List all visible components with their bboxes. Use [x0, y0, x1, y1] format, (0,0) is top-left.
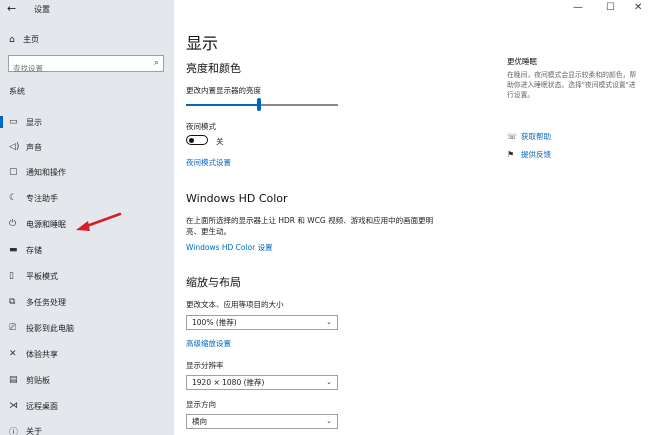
- clipboard-icon: ▤: [9, 375, 18, 385]
- get-help-label: 获取帮助: [521, 132, 551, 141]
- help-icon: ☏: [507, 132, 518, 141]
- minimize-icon[interactable]: —: [573, 3, 583, 13]
- brightness-slider-thumb[interactable]: [257, 98, 261, 111]
- sidebar-item-tablet-mode[interactable]: ▯ 平板模式: [0, 267, 174, 285]
- sidebar-item-label: 投影到此电脑: [26, 323, 74, 333]
- chevron-down-icon: ⌄: [326, 378, 332, 386]
- give-feedback-link[interactable]: ⚑ 提供反馈: [507, 149, 551, 160]
- home-nav-item[interactable]: ⌂ 主页: [9, 34, 39, 45]
- hdr-description: 在上面所选择的显示器上让 HDR 和 WCG 视频、游戏和应用中的画面更明亮、更…: [186, 216, 434, 236]
- section-label: 系统: [9, 87, 25, 96]
- resolution-dropdown[interactable]: 1920 × 1080 (推荐) ⌄: [186, 375, 338, 390]
- scale-value: 100% (推荐): [192, 318, 237, 327]
- projecting-icon: ⎚: [9, 323, 17, 333]
- advanced-scaling-link[interactable]: 高级缩放设置: [186, 338, 231, 349]
- orientation-value: 横向: [192, 417, 207, 426]
- focus-assist-icon: ☾: [9, 193, 18, 203]
- back-arrow-icon[interactable]: ←: [7, 2, 16, 16]
- night-light-label: 夜间模式: [186, 122, 216, 131]
- notification-icon: ▢: [9, 167, 18, 177]
- sidebar-item-clipboard[interactable]: ▤ 剪贴板: [0, 371, 174, 389]
- sidebar-item-label: 显示: [26, 117, 42, 127]
- feedback-icon: ⚑: [507, 150, 515, 159]
- sidebar-item-label: 声音: [26, 142, 42, 152]
- brightness-heading: 亮度和颜色: [186, 62, 241, 75]
- sidebar-item-projecting[interactable]: ⎚ 投影到此电脑: [0, 319, 174, 337]
- chevron-down-icon: ⌄: [326, 318, 332, 326]
- sidebar-item-shared-experiences[interactable]: ✕ 体验共享: [0, 345, 174, 363]
- better-sleep-title: 更优睡眠: [507, 57, 537, 66]
- about-icon: ⓘ: [9, 427, 19, 435]
- sidebar-item-label: 远程桌面: [26, 401, 58, 411]
- sidebar-item-label: 电源和睡眠: [26, 219, 66, 229]
- maximize-icon[interactable]: ☐: [606, 3, 615, 13]
- brightness-slider[interactable]: [186, 98, 338, 111]
- storage-icon: ▬: [9, 245, 18, 255]
- night-light-state: 关: [216, 137, 224, 146]
- shared-experience-icon: ✕: [9, 349, 17, 359]
- power-icon: ⏻: [9, 219, 17, 229]
- sidebar-item-label: 多任务处理: [26, 297, 66, 307]
- scale-label: 更改文本、应用等项目的大小: [186, 300, 284, 309]
- sidebar-item-label: 体验共享: [26, 349, 58, 359]
- sidebar-item-multitasking[interactable]: ⧉ 多任务处理: [0, 293, 174, 311]
- sound-icon: ◁): [9, 142, 20, 152]
- scale-dropdown[interactable]: 100% (推荐) ⌄: [186, 315, 338, 330]
- search-input[interactable]: [9, 61, 149, 76]
- sidebar-item-label: 专注助手: [26, 193, 58, 203]
- sidebar-item-focus-assist[interactable]: ☾ 专注助手: [0, 189, 174, 207]
- multitasking-icon: ⧉: [9, 297, 16, 307]
- brightness-slider-label: 更改内置显示器的亮度: [186, 86, 261, 95]
- search-icon[interactable]: ⌕: [154, 58, 159, 68]
- sidebar-item-sound[interactable]: ◁) 声音: [0, 138, 174, 156]
- sidebar: ⌂ 主页 ⌕ 系统 ▭ 显示 ◁) 声音 ▢ 通知和操作 ☾ 专注助手 ⏻ 电源…: [0, 0, 174, 435]
- scale-layout-heading: 缩放与布局: [186, 276, 241, 289]
- close-icon[interactable]: ✕: [634, 3, 642, 13]
- sidebar-item-label: 剪贴板: [26, 375, 50, 385]
- orientation-dropdown[interactable]: 横向 ⌄: [186, 414, 338, 429]
- sidebar-item-remote-desktop[interactable]: ⋊ 远程桌面: [0, 397, 174, 415]
- sidebar-item-label: 存储: [26, 245, 42, 255]
- app-title: 设置: [34, 5, 50, 14]
- orientation-label: 显示方向: [186, 400, 216, 409]
- sidebar-item-label: 通知和操作: [26, 167, 66, 177]
- sidebar-item-notifications[interactable]: ▢ 通知和操作: [0, 163, 174, 181]
- get-help-link[interactable]: ☏ 获取帮助: [507, 131, 551, 142]
- sidebar-item-label: 关于: [26, 426, 42, 435]
- home-label: 主页: [23, 35, 39, 44]
- sidebar-item-storage[interactable]: ▬ 存储: [0, 241, 174, 259]
- night-light-settings-link[interactable]: 夜间模式设置: [186, 157, 231, 168]
- tablet-icon: ▯: [9, 271, 14, 281]
- resolution-label: 显示分辨率: [186, 361, 224, 370]
- toggle-knob: [189, 137, 194, 143]
- sidebar-item-display[interactable]: ▭ 显示: [0, 113, 174, 131]
- sidebar-item-about[interactable]: ⓘ 关于: [0, 422, 174, 435]
- annotation-arrow: [76, 212, 122, 231]
- brightness-slider-fill: [186, 104, 259, 106]
- page-title: 显示: [186, 34, 219, 53]
- main-content: 显示 亮度和颜色 更改内置显示器的亮度 夜间模式 关 夜间模式设置 Window…: [186, 0, 486, 435]
- resolution-value: 1920 × 1080 (推荐): [192, 378, 265, 387]
- hdr-settings-link[interactable]: Windows HD Color 设置: [186, 242, 273, 253]
- hdr-heading: Windows HD Color: [186, 192, 288, 205]
- night-light-toggle[interactable]: [186, 135, 208, 145]
- home-icon: ⌂: [9, 34, 15, 45]
- give-feedback-label: 提供反馈: [521, 150, 551, 159]
- search-box[interactable]: ⌕: [8, 55, 164, 76]
- remote-desktop-icon: ⋊: [9, 401, 18, 411]
- chevron-down-icon: ⌄: [326, 417, 332, 425]
- better-sleep-description: 在晚间，夜间模式会显示较柔和的颜色，帮助你进入睡眠状态。选择"夜间模式设置"进行…: [507, 71, 637, 99]
- sidebar-item-label: 平板模式: [26, 271, 58, 281]
- display-icon: ▭: [9, 117, 18, 127]
